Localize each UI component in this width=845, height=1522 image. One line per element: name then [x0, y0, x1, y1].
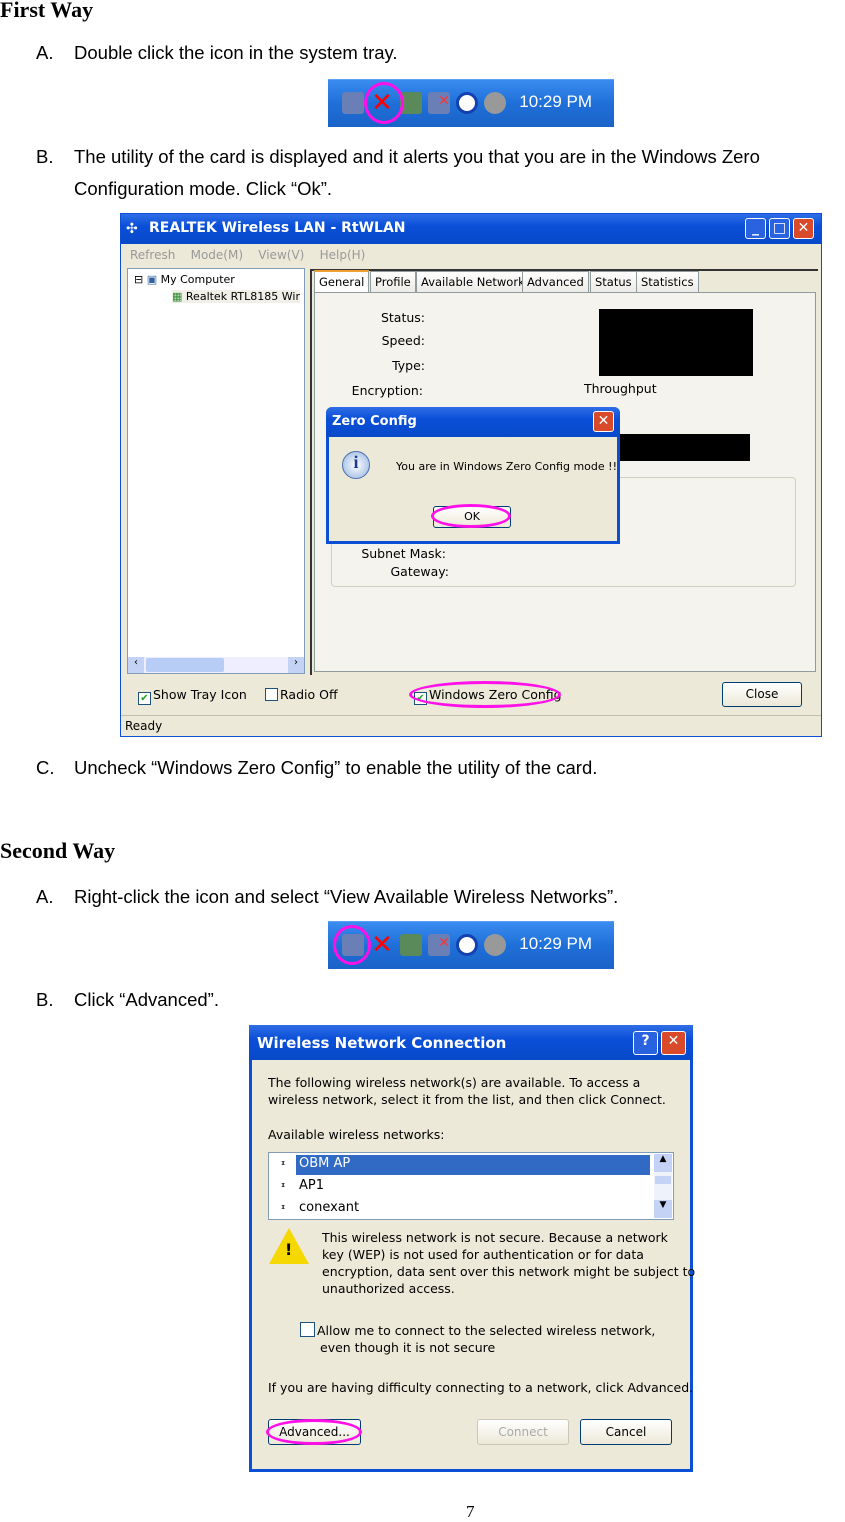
step-text: Uncheck “Windows Zero Config” to enable …: [74, 757, 598, 778]
step-text: Click “Advanced”.: [74, 989, 219, 1010]
network-disconnected-icon[interactable]: ✕: [428, 92, 450, 114]
radio-off-checkbox[interactable]: Radio Off: [265, 687, 338, 702]
status-bar: Ready: [121, 715, 821, 737]
help-text: If you are having difficulty connecting …: [268, 1380, 694, 1395]
rtwlan-window: REALTEK Wireless LAN - RtWLAN ✣ _ □ ✕ Re…: [120, 213, 822, 737]
step-letter: A.: [36, 886, 54, 907]
globe-icon[interactable]: [456, 92, 478, 114]
network-antenna-icon: ᶦ: [281, 1157, 286, 1172]
tree-root[interactable]: ⊟ ▣ My Computer: [134, 273, 235, 286]
tab-statistics[interactable]: Statistics: [636, 271, 699, 292]
tab-available-network[interactable]: Available Network: [416, 271, 530, 292]
tab-status[interactable]: Status: [590, 271, 637, 292]
network-icon[interactable]: [342, 92, 364, 114]
step-text: Right-click the icon and select “View Av…: [74, 886, 619, 907]
warning-exclamation-icon: !: [285, 1240, 293, 1259]
dialog-close-button[interactable]: ✕: [593, 411, 614, 432]
throughput-label: Throughput: [584, 381, 657, 396]
network-antenna-icon: ᶦ: [281, 1179, 286, 1194]
wireless-disabled-icon[interactable]: ✕: [371, 931, 393, 957]
info-icon: i: [342, 451, 370, 479]
step-letter: C.: [36, 757, 55, 778]
dialog-message: You are in Windows Zero Config mode !!: [396, 460, 617, 473]
device-tree: ⊟ ▣ My Computer ▦ Realtek RTL8185 Wir ‹ …: [127, 268, 305, 674]
minimize-button[interactable]: _: [745, 218, 766, 239]
menu-bar: Refresh Mode(M) View(V) Help(H): [130, 248, 365, 262]
connect-button[interactable]: Connect: [477, 1419, 569, 1445]
network-item[interactable]: AP1: [299, 1178, 324, 1193]
realtek-logo-icon: ✣: [126, 221, 138, 237]
dialog-title: Zero Config: [326, 407, 620, 437]
list-scrollbar[interactable]: ▲ ▼: [654, 1154, 672, 1218]
networks-list: ᶦ OBM AP ᶦ AP1 ᶦ conexant ▲ ▼: [268, 1152, 674, 1220]
wireless-network-connection-dialog: Wireless Network Connection ? ✕ The foll…: [249, 1025, 696, 1472]
close-window-button[interactable]: ✕: [793, 218, 814, 239]
network-item[interactable]: conexant: [299, 1200, 359, 1215]
speed-label: Speed:: [381, 333, 425, 348]
network-item-selected[interactable]: OBM AP: [299, 1156, 350, 1171]
safely-remove-icon[interactable]: [400, 934, 422, 956]
tree-scrollbar[interactable]: ‹ ›: [128, 657, 304, 673]
network-antenna-icon: ᶦ: [281, 1201, 286, 1216]
type-label: Type:: [392, 358, 425, 373]
status-label: Status:: [380, 310, 425, 325]
gateway-label: Gateway:: [390, 564, 449, 579]
tray-clock: 10:29 PM: [519, 92, 592, 111]
tree-device[interactable]: ▦ Realtek RTL8185 Wir: [172, 290, 300, 303]
intro-text: The following wireless network(s) are av…: [268, 1075, 641, 1090]
step-letter: A.: [36, 42, 54, 63]
tray-clock: 10:29 PM: [519, 934, 592, 953]
dialog-close-button[interactable]: ✕: [661, 1031, 686, 1055]
menu-refresh[interactable]: Refresh: [130, 248, 175, 262]
network-disconnected-icon[interactable]: ✕: [428, 934, 450, 956]
globe-icon[interactable]: [456, 934, 478, 956]
step-letter: B.: [36, 989, 54, 1010]
warning-text: This wireless network is not secure. Bec…: [322, 1230, 696, 1296]
allow-insecure-checkbox[interactable]: Allow me to connect to the selected wire…: [300, 1322, 655, 1356]
highlight-circle: [333, 925, 371, 965]
page-number: 7: [466, 1502, 475, 1521]
dialog-title: Wireless Network Connection: [249, 1025, 693, 1060]
window-title: REALTEK Wireless LAN - RtWLAN: [121, 214, 821, 244]
show-tray-icon-checkbox[interactable]: ✔ Show Tray Icon: [138, 687, 247, 705]
heading-second-way: Second Way: [0, 838, 116, 863]
subnet-label: Subnet Mask:: [361, 546, 446, 561]
step-text: The utility of the card is displayed and…: [74, 146, 760, 167]
encryption-label: Encryption:: [351, 383, 423, 398]
highlight-circle: [431, 504, 511, 528]
networks-label: Available wireless networks:: [268, 1127, 445, 1142]
help-button[interactable]: ?: [633, 1031, 658, 1055]
close-button[interactable]: Close: [722, 682, 802, 707]
speaker-icon[interactable]: [484, 92, 506, 114]
tab-profile[interactable]: Profile: [370, 271, 416, 292]
menu-mode[interactable]: Mode(M): [191, 248, 243, 262]
step-text: Configuration mode. Click “Ok”.: [74, 178, 333, 199]
menu-help[interactable]: Help(H): [320, 248, 366, 262]
throughput-graph: [599, 434, 750, 461]
cancel-button[interactable]: Cancel: [580, 1419, 672, 1445]
heading-first-way: First Way: [0, 0, 94, 22]
menu-view[interactable]: View(V): [258, 248, 304, 262]
maximize-button[interactable]: □: [769, 218, 790, 239]
step-letter: B.: [36, 146, 54, 167]
redacted-values: [599, 309, 753, 376]
highlight-circle: [364, 82, 404, 124]
intro-text: wireless network, select it from the lis…: [268, 1092, 666, 1107]
step-text: Double click the icon in the system tray…: [74, 42, 398, 63]
speaker-icon[interactable]: [484, 934, 506, 956]
tab-general[interactable]: General: [314, 270, 370, 293]
highlight-circle: [266, 1419, 362, 1445]
highlight-circle: [409, 681, 561, 708]
tab-advanced[interactable]: Advanced: [522, 271, 589, 292]
